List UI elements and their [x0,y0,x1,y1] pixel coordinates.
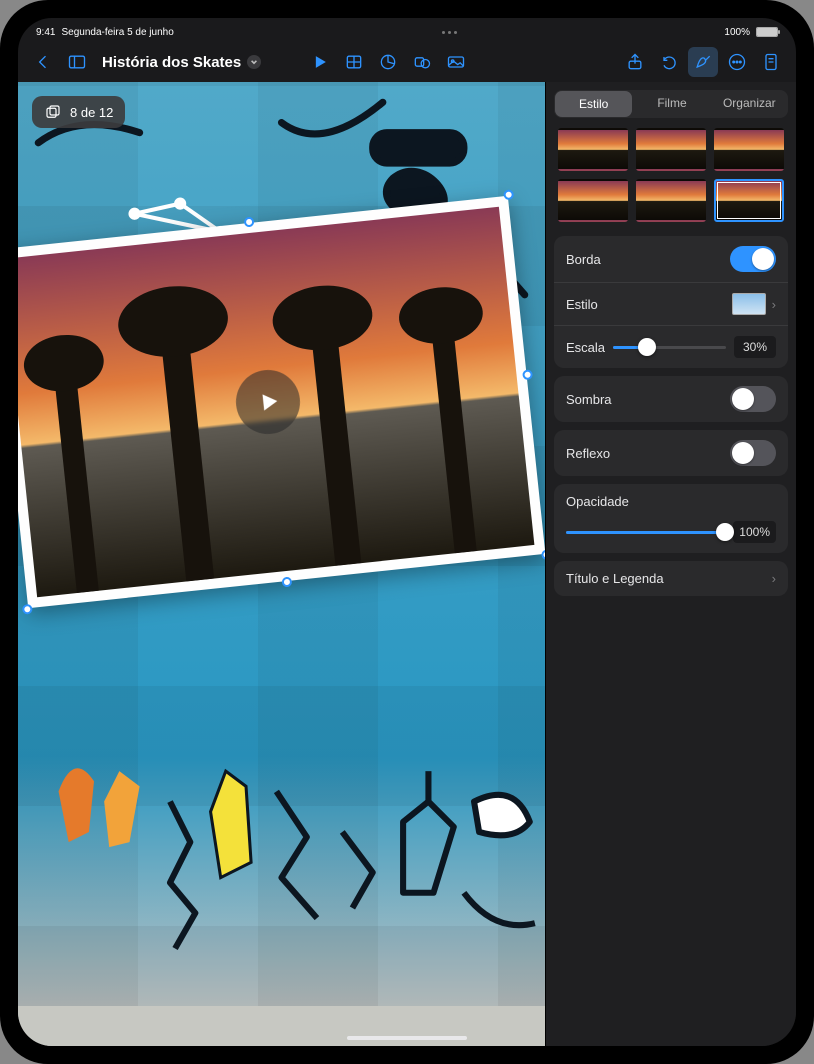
home-indicator[interactable] [347,1036,467,1040]
tab-style[interactable]: Estilo [555,91,632,117]
scale-slider[interactable] [613,346,726,349]
border-panel: Borda Estilo › Escala [554,236,788,368]
slide-indicator-label: 8 de 12 [70,105,113,120]
status-time: 9:41 [36,27,55,38]
undo-button[interactable] [654,47,684,77]
slide-indicator-badge[interactable]: 8 de 12 [32,96,125,128]
sidebar-toggle-button[interactable] [62,47,92,77]
chevron-right-icon: › [772,571,776,586]
multitask-dots[interactable] [442,31,457,34]
format-inspector-button[interactable] [688,47,718,77]
format-inspector: Estilo Filme Organizar Borda [545,82,796,1046]
back-button[interactable] [28,47,58,77]
battery-icon [756,27,778,37]
shadow-label: Sombra [566,392,612,407]
title-caption-label: Título e Legenda [566,571,664,586]
tab-arrange[interactable]: Organizar [711,90,788,118]
opacity-label: Opacidade [566,494,629,509]
border-toggle[interactable] [730,246,776,272]
more-button[interactable] [722,47,752,77]
style-preset-1[interactable] [558,128,628,171]
border-style-row[interactable]: Estilo › [554,283,788,326]
video-object[interactable] [18,207,534,597]
document-title[interactable]: História dos Skates [102,54,261,71]
opacity-value[interactable]: 100% [733,521,776,543]
insert-chart-button[interactable] [373,47,403,77]
status-date: Segunda-feira 5 de junho [61,27,173,38]
document-settings-button[interactable] [756,47,786,77]
play-presentation-button[interactable] [305,47,335,77]
slides-icon [44,103,62,121]
style-preset-4[interactable] [558,179,628,222]
style-preset-6[interactable] [714,179,784,222]
slide-canvas[interactable]: 8 de 12 [18,82,545,1046]
border-style-label: Estilo [566,297,598,312]
scale-value[interactable]: 30% [734,336,776,358]
border-label: Borda [566,252,601,267]
status-bar: 9:41 Segunda-feira 5 de junho 100% [18,22,796,42]
scale-label: Escala [566,340,605,355]
toolbar: História dos Skates [18,42,796,82]
battery-percent: 100% [724,27,750,38]
style-preset-grid [546,126,796,232]
document-title-label: História dos Skates [102,54,241,71]
chevron-down-icon [247,55,261,69]
style-preset-3[interactable] [714,128,784,171]
insert-table-button[interactable] [339,47,369,77]
border-style-swatch [732,293,766,315]
insert-shape-button[interactable] [407,47,437,77]
reflection-toggle[interactable] [730,440,776,466]
inspector-tabs: Estilo Filme Organizar [554,90,788,118]
reflection-label: Reflexo [566,446,610,461]
share-button[interactable] [620,47,650,77]
title-caption-row[interactable]: Título e Legenda › [554,561,788,596]
shadow-toggle[interactable] [730,386,776,412]
style-preset-5[interactable] [636,179,706,222]
style-preset-2[interactable] [636,128,706,171]
insert-media-button[interactable] [441,47,471,77]
chevron-right-icon: › [772,297,776,312]
tab-movie[interactable]: Filme [633,90,710,118]
opacity-slider[interactable] [566,531,725,534]
